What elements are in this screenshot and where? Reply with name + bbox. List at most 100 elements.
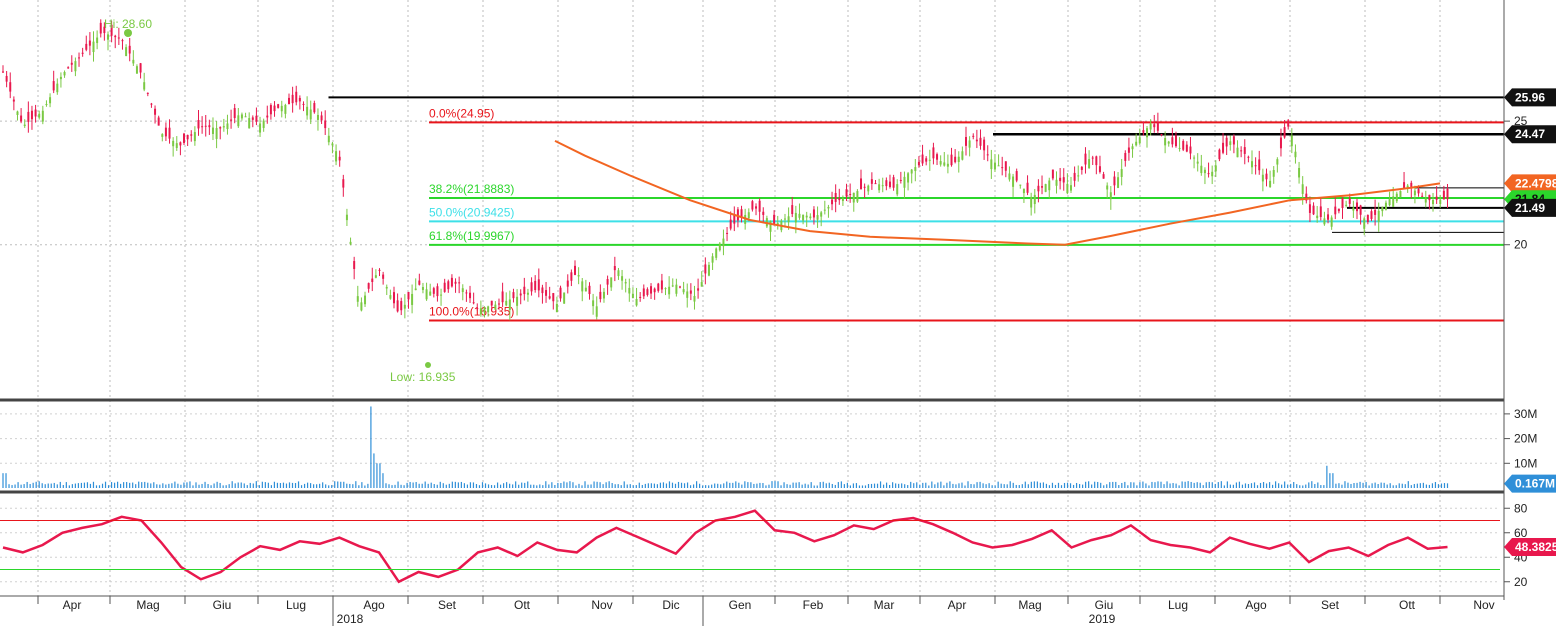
volume-bar (560, 482, 562, 488)
candle-body (385, 286, 388, 289)
volume-bar (1069, 483, 1072, 488)
level-tag-text: 21.49 (1515, 201, 1545, 215)
volume-bar (376, 463, 378, 488)
candle-body (1135, 141, 1138, 146)
candle-body (1327, 214, 1330, 220)
volume-bar (240, 482, 242, 488)
volume-bar (1220, 481, 1222, 488)
volume-bar (141, 482, 143, 488)
candle-body (827, 206, 830, 209)
candle-body (432, 288, 435, 294)
volume-bar (1356, 482, 1358, 488)
candle-body (1048, 180, 1051, 191)
volume-bar (602, 484, 604, 488)
volume-bar (219, 482, 221, 488)
volume-bar (596, 481, 598, 488)
volume-bar (1151, 481, 1153, 488)
volume-bar (35, 481, 37, 488)
volume-bar (74, 483, 76, 488)
volume-bar (322, 482, 324, 488)
candle-body (1019, 184, 1022, 186)
volume-bar (451, 481, 453, 488)
volume-bar (620, 485, 622, 488)
candle-body (921, 154, 924, 164)
candle-body (1008, 173, 1011, 180)
volume-bar (898, 483, 900, 488)
volume-bar (427, 483, 429, 488)
candle-body (755, 206, 758, 209)
candle-body (345, 214, 348, 221)
candle-body (251, 117, 254, 120)
candle-body (436, 286, 439, 297)
volume-bar (198, 484, 200, 488)
volume-bar (159, 484, 161, 488)
volume-last-tag-text: 0.167M (1515, 477, 1555, 491)
x-tick-label: Apr (948, 598, 967, 612)
volume-bar (1268, 482, 1271, 488)
volume-bar (391, 485, 393, 488)
volume-bar (1235, 482, 1238, 488)
candle-body (1316, 215, 1319, 219)
volume-bar (822, 481, 824, 488)
volume-bar (1115, 481, 1117, 488)
candle-body (92, 41, 95, 53)
candle-body (1203, 169, 1206, 174)
candle-body (1403, 182, 1406, 189)
candle-body (621, 276, 624, 281)
volume-bar (1446, 483, 1449, 488)
candle-body (233, 108, 236, 119)
volume-bar (756, 483, 758, 488)
volume-bar (1232, 484, 1234, 488)
volume-bar (1329, 473, 1331, 488)
x-tick-label: Feb (803, 598, 824, 612)
volume-bar (656, 484, 658, 488)
volume-bar (961, 482, 963, 488)
candle-body (910, 169, 913, 174)
volume-bar (201, 483, 203, 488)
candle-body (161, 134, 164, 137)
volume-bar (548, 484, 550, 488)
volume-bar (1066, 482, 1069, 488)
volume-bar (1326, 465, 1328, 488)
volume-bar (361, 482, 363, 488)
volume-bar (291, 482, 294, 488)
candle-body (1037, 185, 1040, 192)
volume-bar (1205, 482, 1207, 488)
x-tick-label: Ott (514, 598, 531, 612)
candle-body (838, 197, 841, 201)
volume-bar (647, 483, 649, 488)
volume-bar (1121, 482, 1123, 488)
candle-body (1236, 147, 1239, 158)
volume-bar (23, 484, 25, 488)
volume-bar (1311, 481, 1313, 488)
volume-bar (623, 481, 625, 488)
volume-bar (1247, 483, 1250, 488)
volume-bar (388, 484, 390, 488)
candle-body (1182, 141, 1185, 150)
candle-body (1370, 211, 1373, 219)
volume-bar (439, 481, 441, 488)
volume-bar (1278, 483, 1280, 488)
volume-bar (1184, 481, 1186, 488)
candle-body (1272, 169, 1275, 177)
volume-bar (328, 485, 330, 488)
volume-bar (590, 484, 592, 488)
volume-bar (879, 481, 882, 488)
volume-bar (798, 482, 800, 488)
candle-body (1319, 206, 1322, 218)
candle-body (928, 159, 931, 161)
volume-bar (925, 482, 927, 488)
volume-bar (644, 483, 646, 488)
candle-body (244, 116, 247, 118)
candle-body (689, 290, 692, 294)
volume-bar (1145, 483, 1147, 488)
volume-bar (346, 483, 348, 488)
candle-body (1265, 173, 1268, 180)
volume-bar (1347, 482, 1349, 488)
low-label: Low: 16.935 (390, 370, 456, 384)
candle-body (711, 256, 714, 263)
candle-body (1399, 191, 1402, 198)
volume-bar (747, 482, 749, 488)
candle-body (874, 183, 877, 185)
x-tick-label: Ago (1245, 598, 1267, 612)
